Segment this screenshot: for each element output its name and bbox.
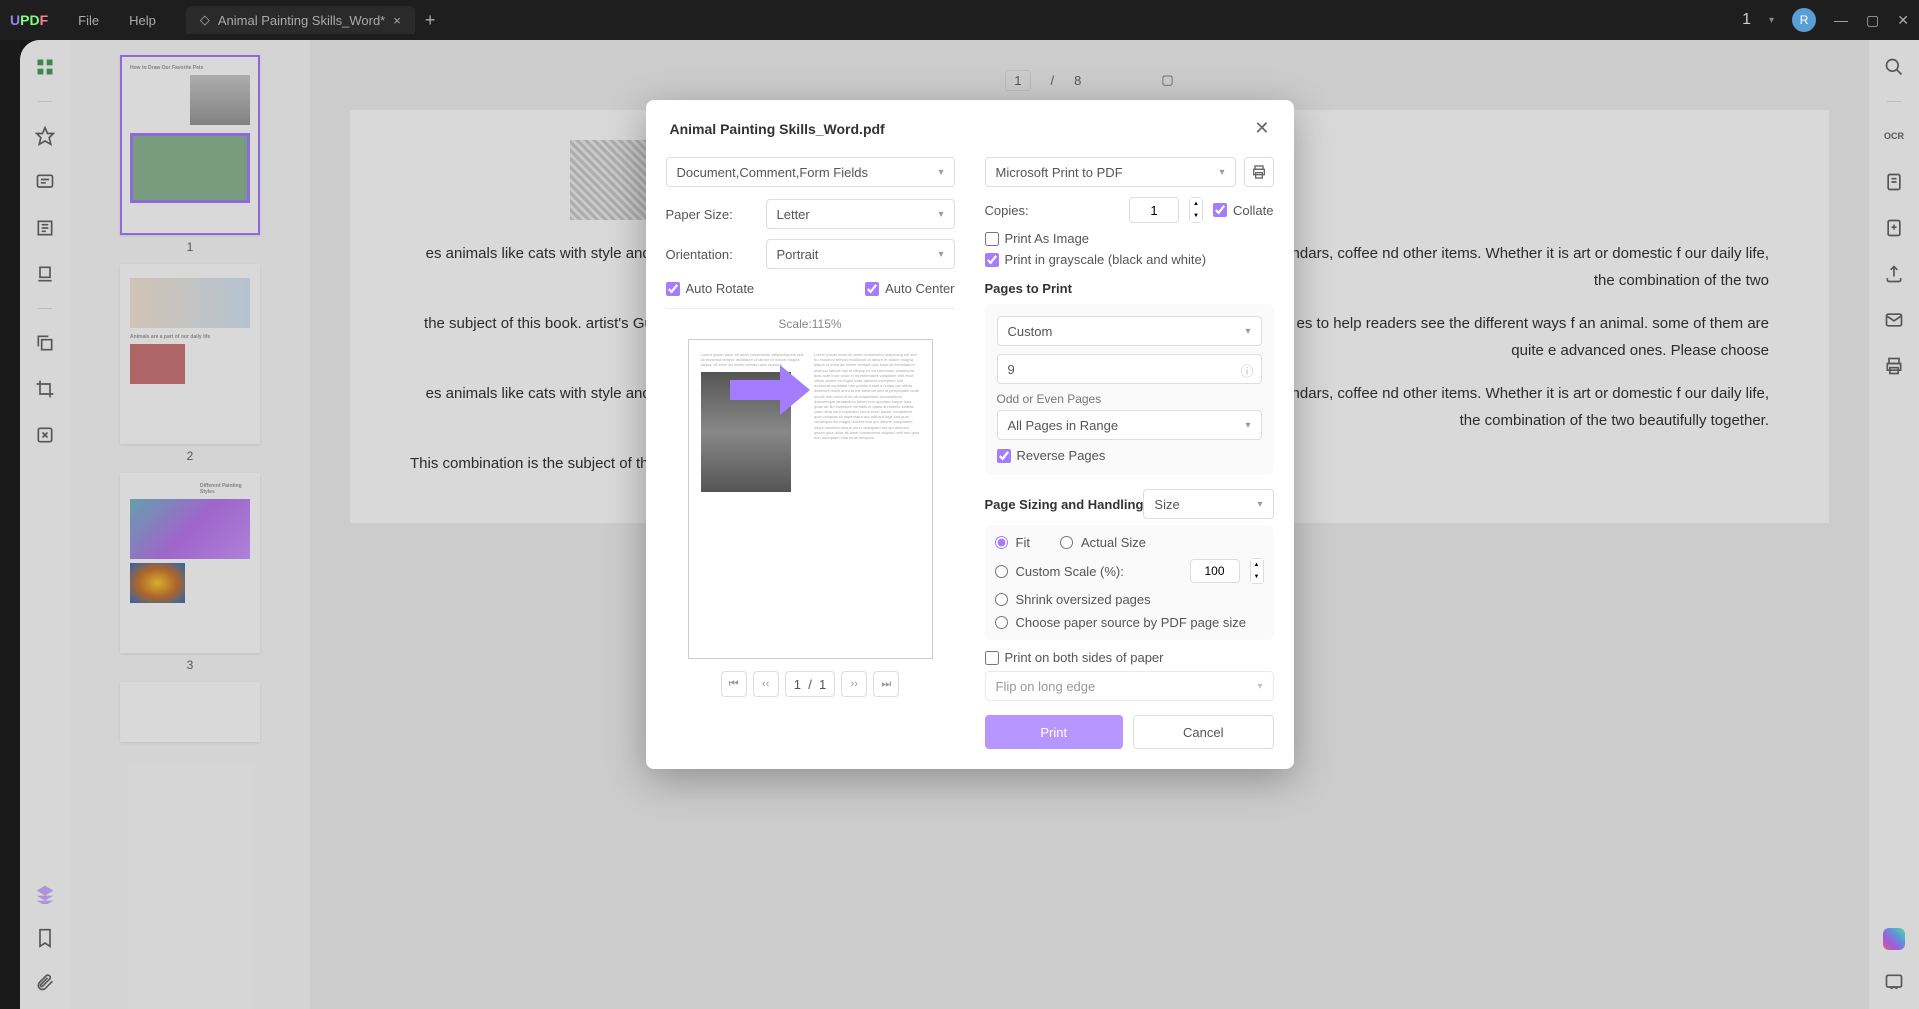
pages-to-print-heading: Pages to Print	[985, 281, 1274, 296]
pager-first-button[interactable]: ⏮	[721, 671, 747, 697]
pager-prev-button[interactable]: ‹‹	[753, 671, 779, 697]
avatar[interactable]: R	[1792, 8, 1816, 32]
pages-range-input[interactable]	[997, 354, 1262, 384]
tab-doc-icon: ◇	[200, 12, 210, 28]
odd-even-select[interactable]: All Pages in Range	[997, 410, 1262, 440]
paper-size-label: Paper Size:	[666, 207, 766, 222]
window-close-button[interactable]: ✕	[1897, 12, 1909, 29]
orientation-label: Orientation:	[666, 247, 766, 262]
paper-size-select[interactable]: Letter	[766, 199, 955, 229]
copies-label: Copies:	[985, 203, 1120, 218]
scale-spinner[interactable]: ▲▼	[1250, 558, 1264, 584]
document-tab[interactable]: ◇ Animal Painting Skills_Word* ×	[186, 6, 415, 34]
print-button[interactable]: Print	[985, 715, 1124, 749]
flip-select[interactable]: Flip on long edge	[985, 671, 1274, 701]
copies-spinner[interactable]: ▲▼	[1189, 197, 1203, 223]
modal-close-button[interactable]: ✕	[1254, 118, 1269, 139]
pager-next-button[interactable]: ››	[841, 671, 867, 697]
pager-display: 1 / 1	[785, 671, 836, 697]
print-as-image-checkbox[interactable]: Print As Image	[985, 231, 1274, 246]
window-minimize-button[interactable]: —	[1834, 12, 1848, 28]
pages-mode-select[interactable]: Custom	[997, 316, 1262, 346]
menu-file[interactable]: File	[78, 13, 99, 28]
both-sides-checkbox[interactable]: Print on both sides of paper	[985, 650, 1274, 665]
auto-center-checkbox[interactable]: Auto Center	[865, 281, 954, 296]
menu-help[interactable]: Help	[129, 13, 156, 28]
modal-overlay: Animal Painting Skills_Word.pdf ✕ Docume…	[20, 40, 1919, 1009]
print-type-select[interactable]: Document,Comment,Form Fields	[666, 157, 955, 187]
notification-badge[interactable]: 1	[1742, 11, 1751, 29]
shrink-radio[interactable]: Shrink oversized pages	[995, 592, 1264, 607]
tab-add-button[interactable]: +	[425, 10, 436, 31]
paper-source-radio[interactable]: Choose paper source by PDF page size	[995, 615, 1264, 630]
printer-select[interactable]: Microsoft Print to PDF	[985, 157, 1236, 187]
cancel-button[interactable]: Cancel	[1133, 715, 1274, 749]
tab-title: Animal Painting Skills_Word*	[218, 13, 385, 28]
odd-even-label: Odd or Even Pages	[997, 392, 1262, 406]
modal-title: Animal Painting Skills_Word.pdf	[670, 121, 885, 137]
page-sizing-heading: Page Sizing and Handling	[985, 497, 1144, 512]
sizing-mode-select[interactable]: Size	[1143, 489, 1273, 519]
reverse-pages-checkbox[interactable]: Reverse Pages	[997, 448, 1262, 463]
pager-last-button[interactable]: ⏭	[873, 671, 899, 697]
annotation-arrow	[730, 365, 810, 420]
fit-radio[interactable]: Fit	[995, 535, 1030, 550]
info-icon[interactable]: ⓘ	[1240, 361, 1253, 380]
custom-scale-radio[interactable]: Custom Scale (%): ▲▼	[995, 558, 1264, 584]
actual-size-radio[interactable]: Actual Size	[1060, 535, 1146, 550]
print-preview: Lorem ipsum dolor sit amet consectetur a…	[688, 339, 933, 659]
titlebar: UPDF File Help ◇ Animal Painting Skills_…	[0, 0, 1919, 40]
print-dialog: Animal Painting Skills_Word.pdf ✕ Docume…	[646, 100, 1294, 769]
app-logo: UPDF	[10, 12, 48, 28]
orientation-select[interactable]: Portrait	[766, 239, 955, 269]
printer-properties-button[interactable]	[1244, 157, 1274, 187]
scale-label: Scale:115%	[666, 317, 955, 331]
auto-rotate-checkbox[interactable]: Auto Rotate	[666, 281, 755, 296]
window-maximize-button[interactable]: ▢	[1866, 12, 1879, 29]
collate-checkbox[interactable]: Collate	[1213, 203, 1273, 218]
grayscale-checkbox[interactable]: Print in grayscale (black and white)	[985, 252, 1274, 267]
copies-input[interactable]	[1129, 197, 1179, 223]
custom-scale-input[interactable]	[1190, 559, 1240, 583]
notification-chevron-icon[interactable]: ▾	[1769, 15, 1774, 26]
tab-close-icon[interactable]: ×	[393, 13, 401, 28]
